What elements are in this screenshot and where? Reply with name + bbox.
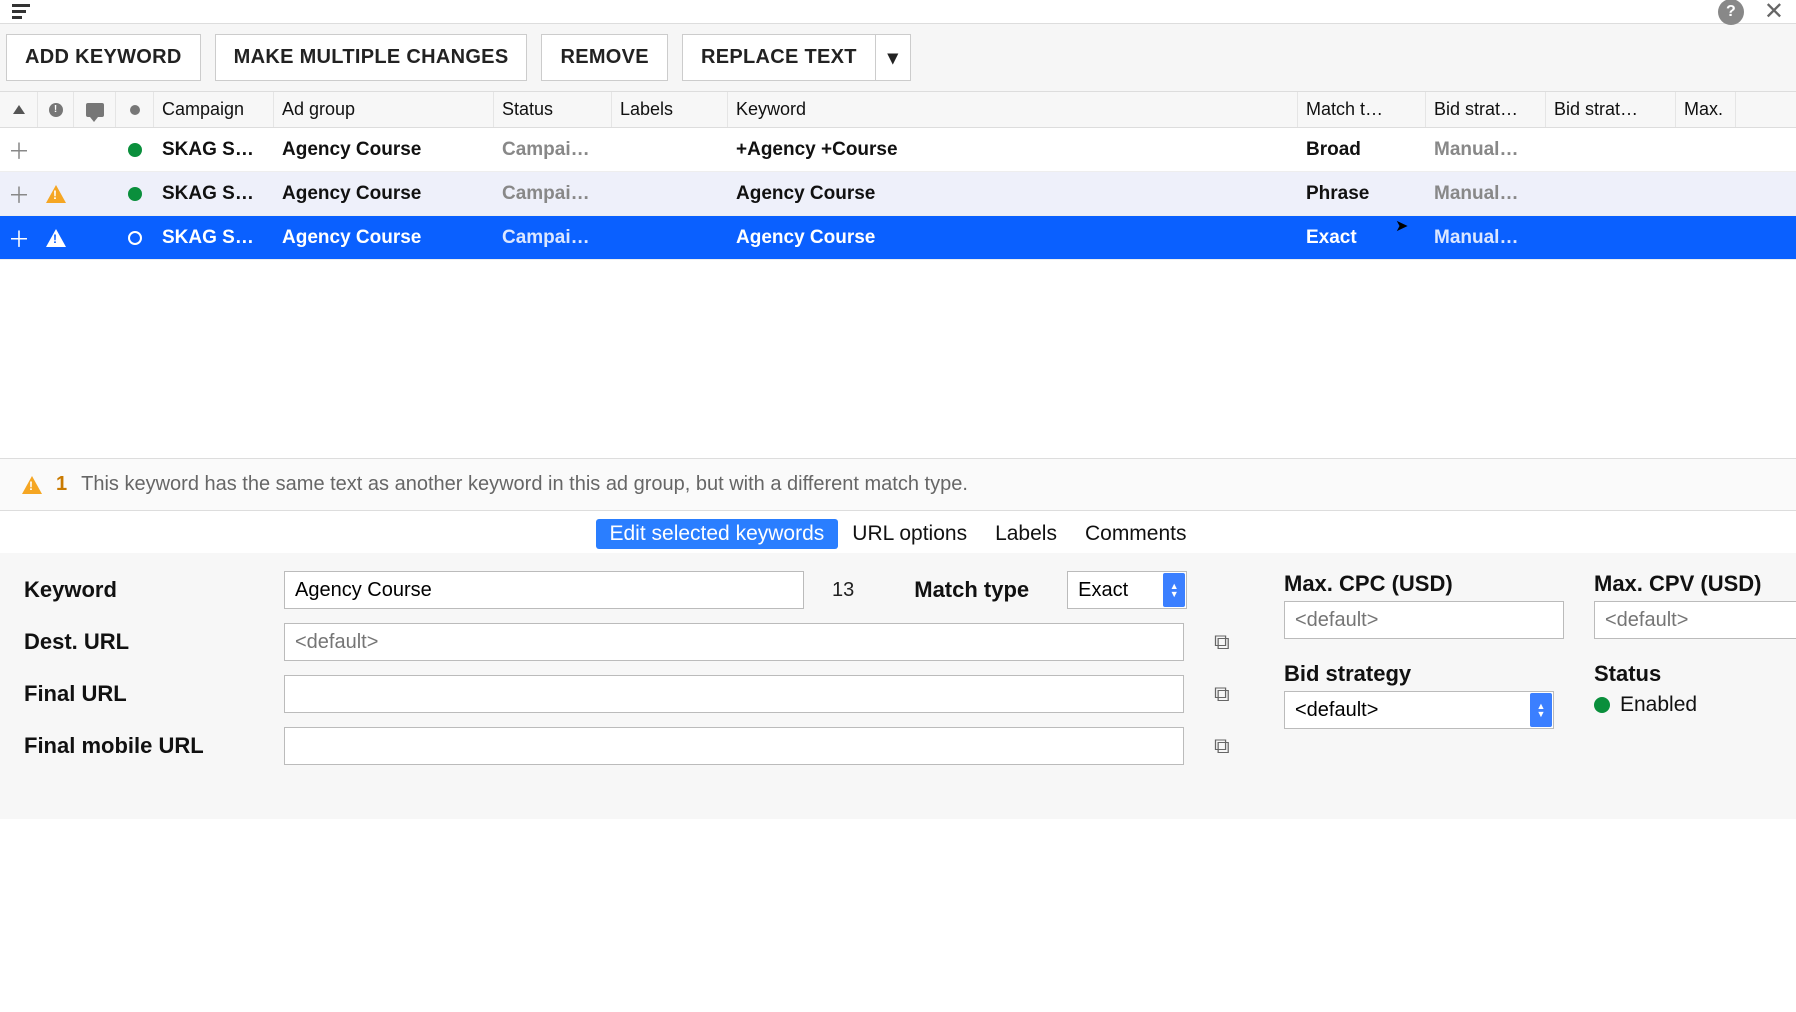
max-cpc-input[interactable] — [1284, 601, 1564, 639]
remove-button[interactable]: REMOVE — [541, 34, 667, 81]
table-row[interactable]: ＋ SKAG S… Agency Course Campai… Agency C… — [0, 216, 1796, 260]
sort-icon[interactable] — [0, 92, 38, 127]
cell-keyword: Agency Course — [728, 179, 1298, 209]
header-status-dot[interactable] — [116, 92, 154, 127]
edit-panel: Keyword 13 Match type Exact ▲▼ Dest. URL… — [0, 553, 1796, 819]
cell-campaign: SKAG S… — [154, 223, 274, 253]
cell-bid: Manual… — [1426, 135, 1546, 165]
add-keyword-button[interactable]: ADD KEYWORD — [6, 34, 201, 81]
header-bar: ? ✕ — [0, 0, 1796, 24]
close-icon[interactable]: ✕ — [1764, 0, 1784, 26]
make-multiple-changes-button[interactable]: MAKE MULTIPLE CHANGES — [215, 34, 528, 81]
warning-text: This keyword has the same text as anothe… — [81, 473, 968, 496]
dest-url-input[interactable] — [284, 623, 1184, 661]
final-url-label: Final URL — [24, 681, 264, 707]
warning-icon — [22, 476, 42, 494]
max-cpv-label: Max. CPV (USD) — [1594, 571, 1796, 597]
cell-status: Campai… — [494, 135, 612, 165]
status-value: Enabled — [1620, 693, 1697, 717]
cell-status: Campai… — [494, 223, 612, 253]
col-match-type[interactable]: Match t… — [1298, 92, 1426, 127]
bid-strategy-select[interactable]: <default> — [1284, 691, 1554, 729]
cell-campaign: SKAG S… — [154, 179, 274, 209]
col-keyword[interactable]: Keyword — [728, 92, 1298, 127]
max-cpv-input[interactable] — [1594, 601, 1796, 639]
match-type-label: Match type — [914, 577, 1029, 603]
status-dot-icon — [128, 143, 142, 157]
status-label: Status — [1594, 661, 1796, 687]
tab-comments[interactable]: Comments — [1071, 519, 1201, 549]
cell-bid: Manual… — [1426, 223, 1546, 253]
dest-url-label: Dest. URL — [24, 629, 264, 655]
max-cpc-label: Max. CPC (USD) — [1284, 571, 1564, 597]
table-row[interactable]: ＋ SKAG S… Agency Course Campai… +Agency … — [0, 128, 1796, 172]
cell-campaign: SKAG S… — [154, 135, 274, 165]
header-info-icon[interactable]: ! — [38, 92, 74, 127]
cell-keyword: Agency Course — [728, 223, 1298, 253]
tab-labels[interactable]: Labels — [981, 519, 1071, 549]
cell-keyword: +Agency +Course — [728, 135, 1298, 165]
cell-status: Campai… — [494, 179, 612, 209]
warning-bar: 1 This keyword has the same text as anot… — [0, 458, 1796, 511]
col-adgroup[interactable]: Ad group — [274, 92, 494, 127]
cell-match: Broad — [1298, 135, 1426, 165]
add-icon[interactable]: ＋ — [8, 222, 30, 254]
warning-count: 1 — [56, 473, 67, 496]
final-mobile-url-label: Final mobile URL — [24, 733, 264, 759]
keyword-label: Keyword — [24, 577, 264, 603]
cell-adgroup: Agency Course — [274, 223, 494, 253]
table-body: ＋ SKAG S… Agency Course Campai… +Agency … — [0, 128, 1796, 458]
col-bid-strategy-2[interactable]: Bid strat… — [1546, 92, 1676, 127]
edit-tabs: Edit selected keywords URL options Label… — [0, 511, 1796, 553]
match-type-select[interactable]: Exact — [1067, 571, 1187, 609]
replace-text-dropdown[interactable]: ▾ — [875, 34, 911, 81]
tab-url-options[interactable]: URL options — [838, 519, 981, 549]
table-header: ! Campaign Ad group Status Labels Keywor… — [0, 92, 1796, 128]
header-comment-icon[interactable] — [74, 92, 116, 127]
replace-text-button[interactable]: REPLACE TEXT — [682, 34, 875, 81]
open-external-icon[interactable]: ⧉ — [1214, 681, 1230, 707]
cell-match: Phrase — [1298, 179, 1426, 209]
col-bid-strategy-1[interactable]: Bid strat… — [1426, 92, 1546, 127]
warning-icon — [46, 229, 66, 247]
final-url-input[interactable] — [284, 675, 1184, 713]
add-icon[interactable]: ＋ — [8, 178, 30, 210]
status-dot-icon — [128, 231, 142, 245]
keyword-table: ! Campaign Ad group Status Labels Keywor… — [0, 92, 1796, 458]
tab-edit-selected[interactable]: Edit selected keywords — [596, 519, 839, 549]
char-count: 13 — [832, 579, 854, 602]
col-campaign[interactable]: Campaign — [154, 92, 274, 127]
table-row[interactable]: ＋ SKAG S… Agency Course Campai… Agency C… — [0, 172, 1796, 216]
col-labels[interactable]: Labels — [612, 92, 728, 127]
status-dot-icon — [1594, 697, 1610, 713]
status-dot-icon — [128, 187, 142, 201]
open-external-icon[interactable]: ⧉ — [1214, 629, 1230, 655]
bid-strategy-label: Bid strategy — [1284, 661, 1564, 687]
cell-adgroup: Agency Course — [274, 179, 494, 209]
col-status[interactable]: Status — [494, 92, 612, 127]
final-mobile-url-input[interactable] — [284, 727, 1184, 765]
col-max[interactable]: Max. — [1676, 92, 1736, 127]
filter-icon[interactable] — [12, 4, 30, 19]
keyword-input[interactable] — [284, 571, 804, 609]
warning-icon — [46, 185, 66, 203]
add-icon[interactable]: ＋ — [8, 134, 30, 166]
cell-bid: Manual… — [1426, 179, 1546, 209]
help-icon[interactable]: ? — [1718, 0, 1744, 25]
open-external-icon[interactable]: ⧉ — [1214, 733, 1230, 759]
cell-match: Exact — [1298, 223, 1426, 253]
cell-adgroup: Agency Course — [274, 135, 494, 165]
toolbar: ADD KEYWORD MAKE MULTIPLE CHANGES REMOVE… — [0, 24, 1796, 92]
